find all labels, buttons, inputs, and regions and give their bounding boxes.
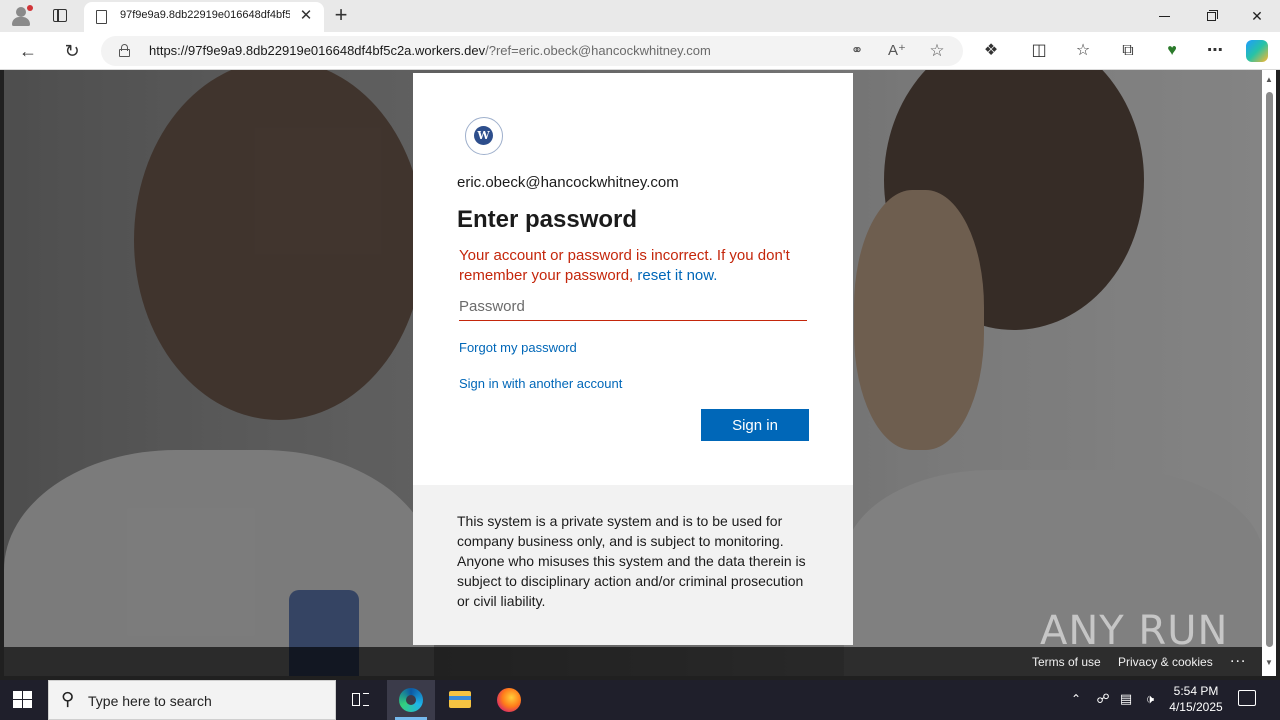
copilot-icon[interactable] — [1246, 40, 1268, 62]
legal-notice-text: This system is a private system and is t… — [457, 513, 806, 609]
browser-tab-strip: 97f9e9a9.8db22919e016648df4bf5c2a.worker… — [0, 0, 1280, 32]
scroll-up-arrow-icon[interactable]: ▲ — [1265, 75, 1273, 84]
password-field[interactable] — [459, 292, 807, 321]
show-hidden-icons-chevron-icon[interactable]: ⌃ — [1071, 692, 1081, 720]
page-scrollbar[interactable]: ▲ ▼ — [1262, 70, 1276, 676]
another-account-link[interactable]: Sign in with another account — [459, 376, 622, 391]
restore-button[interactable] — [1196, 4, 1226, 28]
taskbar-search-box[interactable]: ⚲ Type here to search — [48, 680, 336, 720]
scrollbar-thumb[interactable] — [1266, 92, 1273, 647]
page-viewport: W eric.obeck@hancockwhitney.com Enter pa… — [4, 70, 1262, 676]
legal-notice: This system is a private system and is t… — [413, 485, 853, 645]
scroll-down-arrow-icon[interactable]: ▼ — [1265, 658, 1273, 667]
extensions-icon[interactable]: ❖ — [980, 40, 1002, 62]
page-footer: Terms of use Privacy & cookies ... — [4, 647, 1262, 676]
clock-time: 5:54 PM — [1173, 684, 1219, 698]
lock-icon[interactable] — [119, 44, 130, 57]
tab-actions-icon[interactable] — [50, 6, 70, 26]
key-icon[interactable]: ⚭ — [847, 41, 867, 61]
footer-more-icon[interactable]: ... — [1230, 649, 1246, 667]
browser-essentials-icon[interactable]: ♥ — [1161, 40, 1183, 62]
read-aloud-icon[interactable]: A⁺ — [887, 41, 907, 61]
address-bar[interactable]: https://97f9e9a9.8db22919e016648df4bf5c2… — [101, 36, 963, 66]
device-icon[interactable]: ☍ — [1095, 691, 1111, 707]
browser-toolbar: ← ↻ https://97f9e9a9.8db22919e016648df4b… — [0, 32, 1280, 70]
url-host: https://97f9e9a9.8db22919e016648df4bf5c2… — [149, 43, 486, 58]
new-tab-button[interactable]: + — [330, 4, 352, 26]
profile-icon[interactable] — [10, 5, 33, 27]
logo-letter: W — [474, 126, 493, 145]
more-options-icon[interactable]: ⋯ — [1204, 40, 1226, 62]
favorites-icon[interactable]: ☆ — [1072, 40, 1094, 62]
taskbar-clock[interactable]: 5:54 PM 4/15/2025 — [1166, 683, 1226, 715]
file-explorer-icon[interactable] — [436, 680, 484, 720]
split-screen-icon[interactable]: ◫ — [1028, 40, 1050, 62]
task-view-icon[interactable] — [336, 680, 384, 720]
forgot-password-link[interactable]: Forgot my password — [459, 340, 577, 355]
reset-password-link[interactable]: reset it now. — [637, 267, 717, 284]
minimize-button[interactable] — [1150, 4, 1180, 28]
network-icon[interactable]: ▤ — [1118, 691, 1134, 707]
page-title: Enter password — [457, 206, 638, 233]
privacy-link[interactable]: Privacy & cookies — [1118, 655, 1213, 669]
collections-icon[interactable]: ⧉ — [1117, 40, 1139, 62]
tab-title: 97f9e9a9.8db22919e016648df4bf5c2a.worker… — [120, 9, 290, 21]
signin-button[interactable]: Sign in — [701, 409, 809, 441]
company-logo: W — [465, 117, 503, 155]
search-placeholder: Type here to search — [88, 693, 212, 709]
signin-card: W eric.obeck@hancockwhitney.com Enter pa… — [413, 73, 853, 645]
clock-date: 4/15/2025 — [1169, 700, 1223, 714]
terms-link[interactable]: Terms of use — [1032, 655, 1101, 669]
tab-close-icon[interactable]: ✕ — [298, 8, 314, 24]
notifications-icon[interactable] — [1238, 690, 1256, 706]
refresh-icon[interactable]: ↻ — [61, 40, 83, 62]
windows-taskbar: ⚲ Type here to search ⌃ ☍ ▤ 🕩 5:54 PM 4/… — [0, 680, 1280, 720]
start-windows-icon[interactable] — [13, 691, 33, 709]
favorite-star-icon[interactable]: ☆ — [927, 41, 947, 61]
window-close-button[interactable]: ✕ — [1242, 4, 1272, 28]
url-rest: /?ref=eric.obeck@hancockwhitney.com — [485, 43, 711, 58]
url-text[interactable]: https://97f9e9a9.8db22919e016648df4bf5c2… — [149, 43, 711, 58]
account-email: eric.obeck@hancockwhitney.com — [457, 174, 679, 191]
firefox-icon[interactable] — [485, 680, 533, 720]
browser-tab[interactable]: 97f9e9a9.8db22919e016648df4bf5c2a.worker… — [84, 2, 324, 32]
error-message: Your account or password is incorrect. I… — [459, 246, 809, 286]
volume-icon[interactable]: 🕩 — [1142, 691, 1158, 707]
error-text: Your account or password is incorrect. I… — [459, 247, 790, 284]
back-arrow-icon[interactable]: ← — [17, 40, 39, 62]
search-icon: ⚲ — [61, 689, 75, 709]
page-icon — [96, 10, 107, 24]
edge-taskbar-icon[interactable] — [387, 680, 435, 720]
